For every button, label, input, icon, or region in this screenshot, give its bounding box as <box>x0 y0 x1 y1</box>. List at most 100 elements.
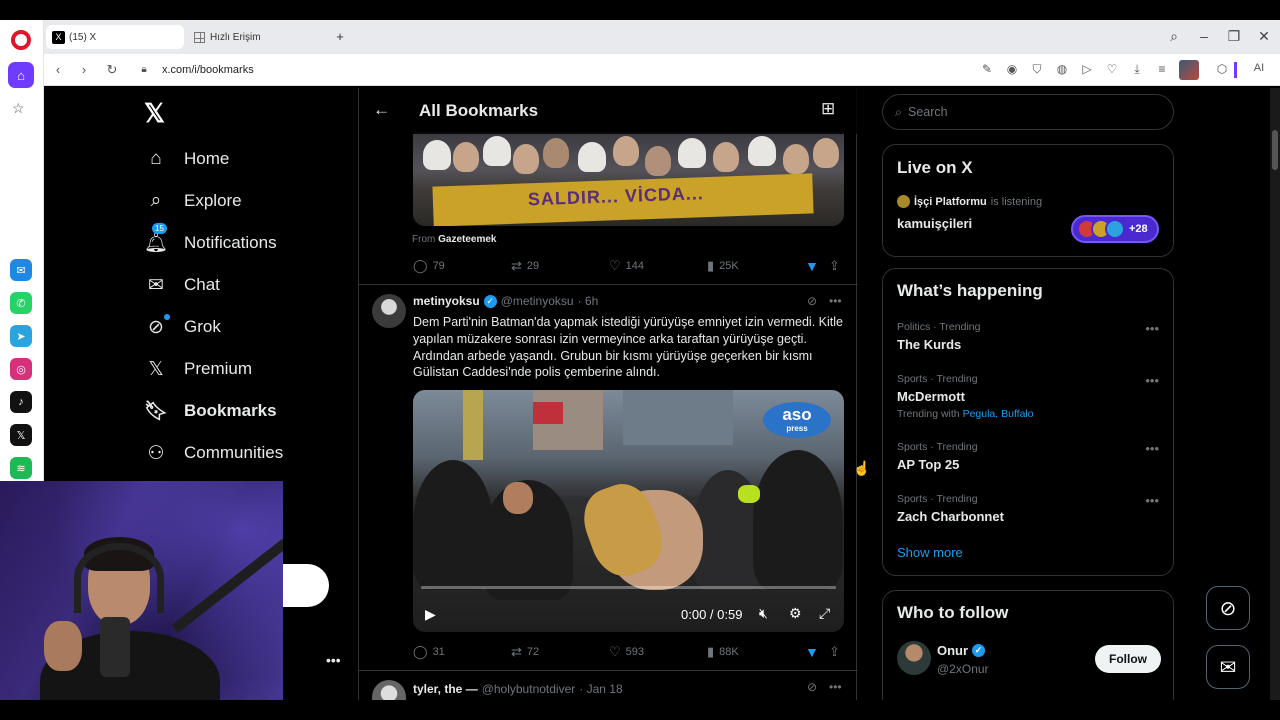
settings-icon[interactable]: ⚙ <box>789 605 802 622</box>
tweet-image[interactable]: SALDIR... VİCDA... <box>413 132 844 226</box>
new-bookmark-folder-icon[interactable]: ⊞ <box>821 99 835 119</box>
follow-button[interactable]: Follow <box>1095 645 1161 673</box>
play-icon[interactable]: ▶ <box>425 606 436 623</box>
like-button[interactable]: ♡ 144 <box>609 258 644 274</box>
edit-icon[interactable]: ✎ <box>979 62 995 76</box>
camera-icon[interactable]: ◉ <box>1004 62 1020 76</box>
nav-explore[interactable]: ⌕ Explore <box>144 180 242 222</box>
more-icon[interactable]: ••• <box>829 680 842 694</box>
scrollbar[interactable] <box>1270 88 1280 700</box>
menu-icon[interactable]: ≡ <box>1154 62 1170 76</box>
telegram-icon[interactable]: ➤ <box>10 325 32 347</box>
user-handle[interactable]: @holybutnotdiver <box>482 682 576 696</box>
avatar[interactable] <box>372 294 406 328</box>
whatsapp-icon[interactable]: ✆ <box>10 292 32 314</box>
more-icon[interactable]: ••• <box>829 294 842 308</box>
shield-icon[interactable]: ⛉ <box>1029 62 1045 77</box>
live-topic[interactable]: kamuişçileri <box>897 216 972 231</box>
extensions-icon[interactable]: ⬡ <box>1214 62 1230 76</box>
nav-notifications[interactable]: 🔔︎ 15 Notifications <box>144 222 277 264</box>
instagram-icon[interactable]: ◎ <box>10 358 32 380</box>
forward-icon[interactable]: › <box>76 62 92 77</box>
star-icon[interactable]: ☆ <box>12 100 25 117</box>
vpn-icon[interactable]: ◍ <box>1054 62 1070 76</box>
scrollbar-thumb[interactable] <box>1272 130 1278 170</box>
aria-ai-button[interactable]: AI <box>1244 62 1274 74</box>
tiktok-icon[interactable]: ♪ <box>10 391 32 413</box>
avatar[interactable] <box>897 641 931 675</box>
nav-grok[interactable]: ⊘ Grok <box>144 306 221 348</box>
opera-logo-icon[interactable] <box>11 30 31 50</box>
close-window-button[interactable]: ✕ <box>1254 28 1274 45</box>
share-button[interactable]: ⇪ <box>829 644 840 660</box>
fullscreen-icon[interactable]: ⤢ <box>819 605 830 622</box>
bookmark-button[interactable]: ▼ <box>805 644 819 660</box>
profile-avatar[interactable] <box>1179 60 1199 80</box>
tab-quick-access[interactable]: Hızlı Erişim <box>188 25 326 49</box>
home-icon[interactable]: ⌂ <box>8 62 34 88</box>
user-handle[interactable]: @metinyoksu <box>501 294 574 308</box>
grok-icon[interactable]: ⊘ <box>807 294 817 308</box>
tab-x[interactable]: X (15) X <box>46 25 184 49</box>
maximize-button[interactable]: ❐ <box>1224 28 1244 45</box>
trend-item[interactable]: Sports · Trending McDermott Trending wit… <box>897 373 1159 420</box>
post-button[interactable] <box>282 564 329 607</box>
share-button[interactable]: ⇪ <box>829 258 840 274</box>
reply-button[interactable]: ◯ 79 <box>413 258 445 274</box>
nav-premium[interactable]: 𝕏 Premium <box>144 348 252 390</box>
back-arrow-icon[interactable]: ← <box>373 100 390 120</box>
search-input[interactable]: ⌕ Search <box>882 94 1174 130</box>
more-icon[interactable]: ••• <box>1145 493 1159 508</box>
grok-fab-icon[interactable]: ⊘ <box>1206 586 1250 630</box>
live-host[interactable]: İşçi Platformu is listening <box>897 195 1042 208</box>
user-name[interactable]: metinyoksu <box>413 294 480 308</box>
back-icon[interactable]: ‹ <box>50 62 66 77</box>
messages-fab-icon[interactable]: ✉ <box>1206 645 1250 689</box>
trend-item[interactable]: Sports · Trending Zach Charbonnet ••• <box>897 493 1159 524</box>
show-more-link[interactable]: Show more <box>897 545 963 560</box>
search-tabs-icon[interactable]: ⌕ <box>1164 28 1184 45</box>
messenger-icon[interactable]: ✉ <box>10 259 32 281</box>
download-icon[interactable]: ⤓ <box>1129 62 1145 77</box>
reply-button[interactable]: ◯ 31 <box>413 644 445 660</box>
retweet-button[interactable]: ⇄ 29 <box>511 258 539 274</box>
heart-icon[interactable]: ♡ <box>1104 62 1120 76</box>
nav-bookmarks[interactable]: 🔖︎ Bookmarks <box>144 390 277 432</box>
mute-icon[interactable]: 🔇︎ <box>759 605 768 622</box>
more-icon[interactable]: ••• <box>1145 373 1159 388</box>
user-name[interactable]: Onur ✓ <box>937 643 986 658</box>
from-source-name[interactable]: Gazeteemek <box>438 234 496 245</box>
tweet-time[interactable]: · 6h <box>578 294 599 308</box>
nav-chat[interactable]: ✉ Chat <box>144 264 220 306</box>
views-button[interactable]: ▮ 25K <box>707 258 739 274</box>
tweet-time[interactable]: · Jan 18 <box>579 682 622 696</box>
tweet-video[interactable]: aso press ▶ 0:00 / 0:59 🔇︎ ⚙ ⤢ <box>413 390 844 632</box>
minimize-button[interactable]: – <box>1194 28 1214 44</box>
x-app-icon[interactable]: 𝕏 <box>10 424 32 446</box>
trend-item[interactable]: Politics · Trending The Kurds ••• <box>897 321 1159 352</box>
account-more-icon[interactable]: ••• <box>326 652 341 668</box>
reload-icon[interactable]: ↻ <box>104 62 120 78</box>
url-field[interactable]: x.com/i/bookmarks <box>162 64 254 76</box>
video-progress-bar[interactable] <box>421 586 836 589</box>
grok-icon[interactable]: ⊘ <box>807 680 817 694</box>
retweet-button[interactable]: ⇄ 72 <box>511 644 539 660</box>
spotify-icon[interactable]: ≋ <box>10 457 32 479</box>
bookmark-button[interactable]: ▼ <box>805 258 819 274</box>
nav-communities[interactable]: ⚇ Communities <box>144 432 283 474</box>
nav-home[interactable]: ⌂ Home <box>144 138 229 180</box>
tab-bar: X (15) X Hızlı Erişim + ⌕ – ❐ ✕ <box>44 20 1280 54</box>
user-handle[interactable]: @2xOnur <box>937 662 989 676</box>
new-tab-button[interactable]: + <box>332 28 348 44</box>
views-button[interactable]: ▮ 88K <box>707 644 739 660</box>
player-icon[interactable]: ▷ <box>1079 62 1095 76</box>
user-name[interactable]: tyler, the — <box>413 682 478 696</box>
trend-item[interactable]: Sports · Trending AP Top 25 ••• <box>897 441 1159 472</box>
live-listeners-badge[interactable]: +28 <box>1071 215 1159 243</box>
more-icon[interactable]: ••• <box>1145 441 1159 456</box>
x-logo-icon[interactable]: 𝕏 <box>144 98 165 129</box>
more-icon[interactable]: ••• <box>1145 321 1159 336</box>
trend-links[interactable]: Pegula, Buffalo <box>963 408 1034 420</box>
avatar[interactable] <box>372 680 406 700</box>
like-button[interactable]: ♡ 593 <box>609 644 644 660</box>
